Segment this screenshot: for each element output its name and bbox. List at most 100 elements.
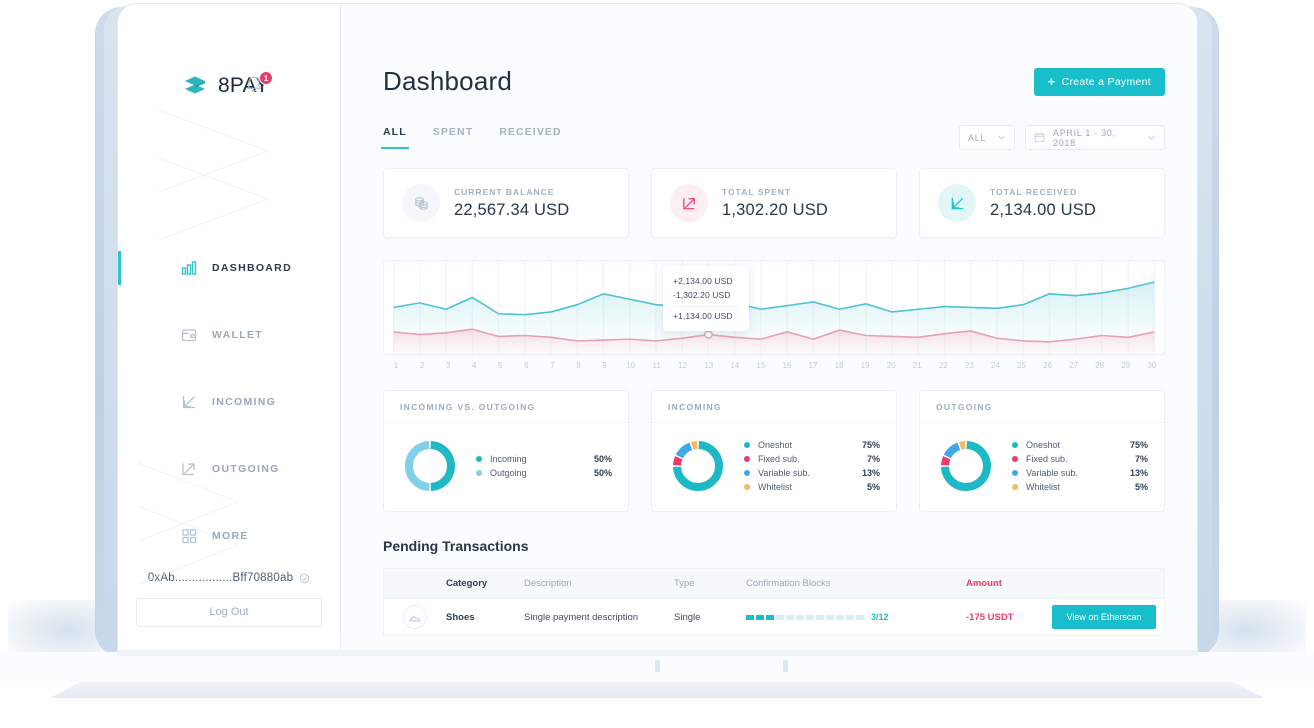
stat-card-current-balance: CURRENT BALANCE 22,567.34 USD <box>383 168 629 238</box>
tab-all[interactable]: ALL <box>381 126 409 149</box>
x-axis-tick: 23 <box>964 361 974 370</box>
x-axis-tick: 15 <box>756 361 766 370</box>
legend-label: Oneshot <box>758 440 793 450</box>
x-axis-tick: 11 <box>652 361 661 370</box>
legend-value: 7% <box>866 454 880 464</box>
legend-value: 75% <box>1129 440 1148 450</box>
x-axis-tick: 12 <box>678 361 688 370</box>
logout-button[interactable]: Log Out <box>136 598 322 627</box>
donut-cards: INCOMING VS. OUTGOING Incoming 50% Outgoin… <box>383 390 1165 512</box>
x-axis-tick: 9 <box>602 361 607 370</box>
x-axis-tick: 6 <box>524 361 529 370</box>
tab-list: ALL SPENT RECEIVED <box>381 126 562 149</box>
donut-card-outgoing: OUTGOING Oneshot 75% Fixed sub. 7% Variable … <box>919 390 1165 512</box>
legend-label: Fixed sub. <box>758 454 800 464</box>
type-select[interactable]: ALL <box>959 125 1015 150</box>
legend-row: Incoming 50% <box>476 452 612 466</box>
date-range-select[interactable]: APRIL 1 - 30, 2018 <box>1025 125 1165 150</box>
tooltip-net: +1,134.00 USD <box>673 311 733 321</box>
balance-area-chart: +2,134.00 USD -1,302.20 USD +1,134.00 US… <box>383 260 1165 356</box>
grid-icon <box>180 527 198 545</box>
donut-legend: Oneshot 75% Fixed sub. 7% Variable sub. 13% Wh… <box>1012 438 1148 494</box>
stat-label: CURRENT BALANCE <box>454 186 555 197</box>
cell-type: Single <box>674 611 701 623</box>
donut-title: INCOMING VS. OUTGOING <box>384 391 628 423</box>
cell-category: Shoes <box>446 611 475 623</box>
wallet-address-text: 0xAb.................Bff70880ab <box>147 572 294 584</box>
legend-color-dot <box>476 456 482 462</box>
bar-chart-icon <box>180 259 198 277</box>
x-axis-tick: 4 <box>471 361 477 370</box>
stat-label: TOTAL SPENT <box>722 186 792 197</box>
legend-row: Variable sub. 13% <box>1012 466 1148 480</box>
table-row[interactable]: Shoes Single payment description Single … <box>383 598 1165 636</box>
legend-row: Variable sub. 13% <box>744 466 880 480</box>
create-payment-button[interactable]: + Create a Payment <box>1033 67 1165 96</box>
confirmation-block <box>836 614 844 620</box>
sidebar-item-outgoing[interactable]: OUTGOING <box>118 452 340 486</box>
stat-cards: CURRENT BALANCE 22,567.34 USD TOTAL SPEN… <box>383 168 1165 238</box>
legend-row: Whitelist 5% <box>744 480 880 494</box>
tab-received[interactable]: RECEIVED <box>499 126 561 149</box>
donut-title: OUTGOING <box>920 391 1164 423</box>
legend-color-dot <box>744 484 750 490</box>
sidebar-item-more[interactable]: MORE <box>118 519 340 553</box>
type-select-value: ALL <box>968 132 987 143</box>
chart-x-axis: 1 2 3 4 5 6 7 8 9 10 11 12 13 14 15 16 17 18 19 20 21 22 23 24 2… <box>383 361 1165 370</box>
arrow-up-right-icon <box>670 184 708 222</box>
8pay-logo-icon <box>182 75 208 101</box>
x-axis-tick: 17 <box>808 361 818 370</box>
column-amount: Amount <box>966 578 1002 589</box>
tooltip-spent: -1,302.20 USD <box>673 290 731 300</box>
legend-color-dot <box>1012 470 1018 476</box>
area-chart-svg <box>393 261 1155 356</box>
legend-row: Whitelist 5% <box>1012 480 1148 494</box>
wallet-icon <box>180 326 198 344</box>
x-axis-tick: 2 <box>419 361 425 370</box>
notifications-button[interactable]: 1 <box>244 71 273 102</box>
confirmation-block <box>756 614 764 620</box>
confirmation-blocks-bar <box>746 614 864 620</box>
x-axis-tick: 28 <box>1095 361 1105 370</box>
legend-color-dot <box>744 470 750 476</box>
x-axis-tick: 26 <box>1043 361 1053 370</box>
donut-segment <box>405 441 430 491</box>
legend-value: 5% <box>1134 482 1148 492</box>
wallet-address[interactable]: 0xAb.................Bff70880ab <box>136 572 322 584</box>
coins-icon <box>402 184 440 222</box>
chart-tooltip: +2,134.00 USD -1,302.20 USD +1,134.00 US… <box>663 266 749 331</box>
brand[interactable]: 8PAY 1 <box>118 4 340 101</box>
confirmation-block <box>816 614 824 620</box>
stat-value: 1,302.20 USD <box>722 200 829 219</box>
legend-value: 7% <box>1134 454 1148 464</box>
x-axis-tick: 1 <box>393 361 399 370</box>
legend-color-dot <box>744 456 750 462</box>
donut-body: Incoming 50% Outgoing 50% <box>384 423 628 511</box>
view-on-etherscan-button[interactable]: View on Etherscan <box>1052 605 1156 629</box>
sidebar-item-wallet[interactable]: WALLET <box>118 318 340 352</box>
table-header-row: Category Description Type Confirmation B… <box>383 568 1165 598</box>
sidebar-item-incoming[interactable]: INCOMING <box>118 385 340 419</box>
donut-segment <box>691 441 698 450</box>
confirmation-block <box>766 614 774 620</box>
sidebar-item-dashboard[interactable]: DASHBOARD <box>118 251 340 285</box>
legend-row: Oneshot 75% <box>744 438 880 452</box>
tab-spent[interactable]: SPENT <box>433 126 474 149</box>
x-axis-tick: 21 <box>912 361 922 370</box>
donut-title: INCOMING <box>652 391 896 423</box>
legend-label: Variable sub. <box>758 468 810 478</box>
legend-value: 5% <box>866 482 880 492</box>
legend-color-dot <box>1012 456 1018 462</box>
legend-color-dot <box>1012 442 1018 448</box>
donut-chart-svg <box>405 441 455 491</box>
laptop-screen: 8PAY 1 DASHBOARD WALLET INCOMING OUTGOIN… <box>117 3 1198 653</box>
column-confirmation-blocks: Confirmation Blocks <box>746 578 831 589</box>
legend-label: Outgoing <box>490 468 527 478</box>
legend-value: 75% <box>861 440 880 450</box>
x-axis-tick: 30 <box>1147 361 1157 370</box>
copy-icon[interactable] <box>299 573 310 584</box>
confirmation-block <box>796 614 804 620</box>
stat-label: TOTAL RECEIVED <box>990 186 1078 197</box>
main-content: Dashboard + Create a Payment ALL SPENT R… <box>341 4 1197 653</box>
donut-legend: Oneshot 75% Fixed sub. 7% Variable sub. 13% Wh… <box>744 438 880 494</box>
